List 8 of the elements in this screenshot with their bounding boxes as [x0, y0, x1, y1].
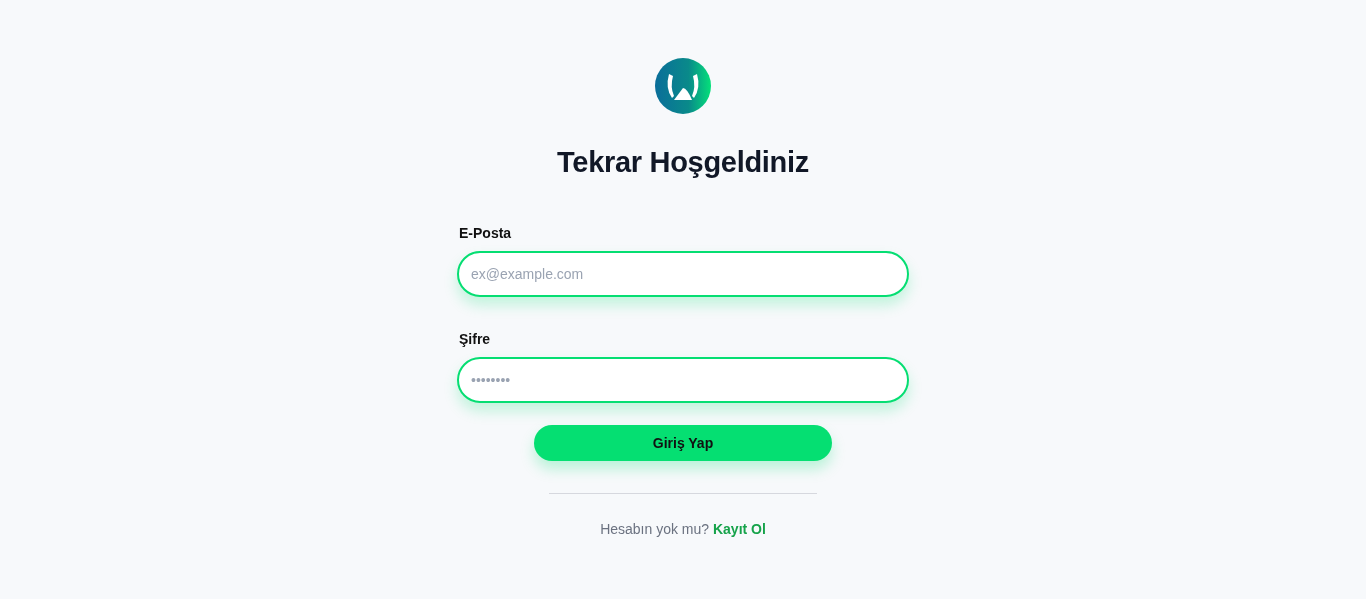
page-title: Tekrar Hoşgeldiniz — [557, 145, 809, 180]
login-button[interactable]: Giriş Yap — [534, 425, 832, 461]
password-field[interactable]: •••••••• — [457, 357, 909, 403]
field-label: Şifre — [459, 331, 492, 347]
email-field[interactable]: ex@example.com — [457, 251, 909, 297]
signup-prompt: Hesabın yok mu? Kayıt Ol — [600, 521, 766, 537]
field-label: E-Posta — [459, 225, 513, 241]
logo-icon — [655, 58, 711, 114]
